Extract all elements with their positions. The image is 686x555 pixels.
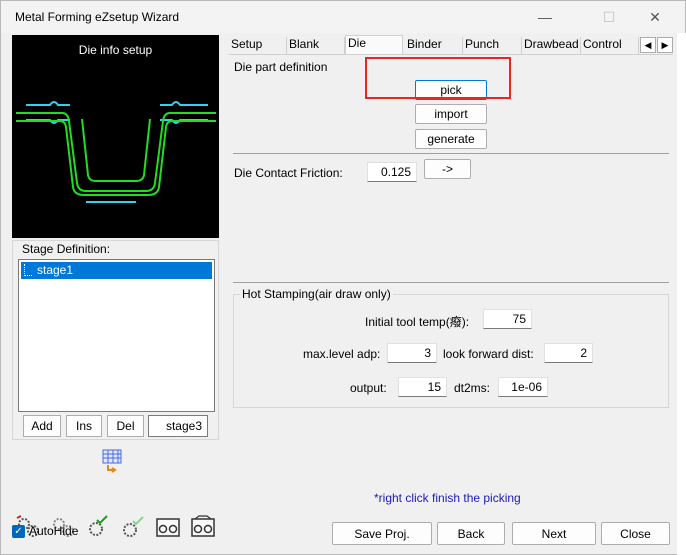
tab-strip: Setup Blank Die Binder Punch Drawbead Co… bbox=[229, 35, 673, 55]
tab-drawbead[interactable]: Drawbead bbox=[522, 37, 581, 54]
tree-connector bbox=[24, 264, 32, 276]
autohide-checkbox[interactable]: ✓ bbox=[12, 524, 25, 538]
save-project-button[interactable]: Save Proj. bbox=[332, 522, 432, 545]
next-button[interactable]: Next bbox=[512, 522, 596, 545]
hot-stamping-label: Hot Stamping(air draw only) bbox=[240, 287, 393, 301]
die-contact-friction-label: Die Contact Friction: bbox=[234, 166, 343, 180]
wizard-window: Metal Forming eZsetup Wizard — ☐ ✕ Die i… bbox=[0, 0, 686, 555]
left-panel: Die info setup Stage Definition: stage1 … bbox=[1, 33, 223, 543]
gear-settings-icon[interactable] bbox=[120, 514, 146, 540]
generate-button[interactable]: generate bbox=[415, 129, 487, 149]
stage-list-item[interactable]: stage1 bbox=[21, 262, 212, 279]
maximize-button: ☐ bbox=[602, 8, 616, 25]
separator bbox=[233, 153, 669, 154]
autohide-label: AutoHide bbox=[29, 524, 79, 538]
stage-definition-group: Stage Definition: stage1 bbox=[12, 240, 219, 440]
background-edge bbox=[677, 33, 686, 555]
stage-definition-label: Stage Definition: bbox=[20, 242, 113, 256]
dt2ms-field[interactable]: 1e-06 bbox=[498, 377, 548, 397]
pick-highlight-box bbox=[365, 57, 511, 99]
look-forward-dist-label: look forward dist: bbox=[443, 347, 534, 361]
stage-name-field[interactable]: stage3 bbox=[148, 415, 208, 437]
max-level-adp-field[interactable]: 3 bbox=[387, 343, 437, 363]
grid-sheet-icon[interactable] bbox=[99, 448, 125, 474]
die-contact-friction-field[interactable]: 0.125 bbox=[367, 162, 417, 182]
die-section-drawing bbox=[16, 101, 216, 203]
machine-icon[interactable] bbox=[155, 514, 181, 540]
stage-item-label: stage1 bbox=[37, 263, 74, 277]
output-field[interactable]: 15 bbox=[398, 377, 447, 397]
output-label: output: bbox=[350, 381, 387, 395]
look-forward-dist-field[interactable]: 2 bbox=[544, 343, 593, 363]
gear-check-icon[interactable] bbox=[85, 514, 111, 540]
die-preview: Die info setup bbox=[12, 35, 219, 238]
tab-scroll-left-icon[interactable]: ◀ bbox=[640, 37, 656, 53]
tab-blank[interactable]: Blank bbox=[287, 37, 345, 54]
max-level-adp-label: max.level adp: bbox=[303, 347, 381, 361]
add-stage-button[interactable]: Add bbox=[23, 415, 61, 437]
initial-tool-temp-label: Initial tool temp(癈): bbox=[365, 315, 470, 329]
import-button[interactable]: import bbox=[415, 104, 487, 124]
insert-stage-button[interactable]: Ins bbox=[66, 415, 102, 437]
tab-punch[interactable]: Punch bbox=[463, 37, 522, 54]
dt2ms-label: dt2ms: bbox=[454, 381, 491, 395]
close-button[interactable]: Close bbox=[601, 522, 670, 545]
machine-alt-icon[interactable] bbox=[190, 514, 216, 540]
tab-scroll-right-icon[interactable]: ▶ bbox=[657, 37, 673, 53]
friction-arrow-button[interactable]: -> bbox=[424, 159, 471, 179]
tab-setup[interactable]: Setup bbox=[229, 37, 287, 54]
minimize-button[interactable]: — bbox=[525, 1, 565, 33]
separator bbox=[233, 282, 669, 283]
delete-stage-button[interactable]: Del bbox=[107, 415, 144, 437]
tab-control[interactable]: Control bbox=[581, 37, 639, 54]
picking-hint: *right click finish the picking bbox=[374, 491, 521, 505]
tab-die[interactable]: Die bbox=[345, 35, 403, 55]
close-window-button[interactable]: ✕ bbox=[635, 1, 675, 33]
initial-tool-temp-field[interactable]: 75 bbox=[483, 309, 532, 329]
autohide-toggle[interactable]: ✓ AutoHide bbox=[12, 524, 78, 538]
window-title: Metal Forming eZsetup Wizard bbox=[15, 10, 180, 24]
back-button[interactable]: Back bbox=[437, 522, 505, 545]
title-bar: Metal Forming eZsetup Wizard — ☐ ✕ bbox=[1, 1, 685, 33]
die-part-definition-label: Die part definition bbox=[234, 60, 328, 74]
tab-binder[interactable]: Binder bbox=[405, 37, 463, 54]
stage-list[interactable]: stage1 bbox=[18, 259, 215, 412]
